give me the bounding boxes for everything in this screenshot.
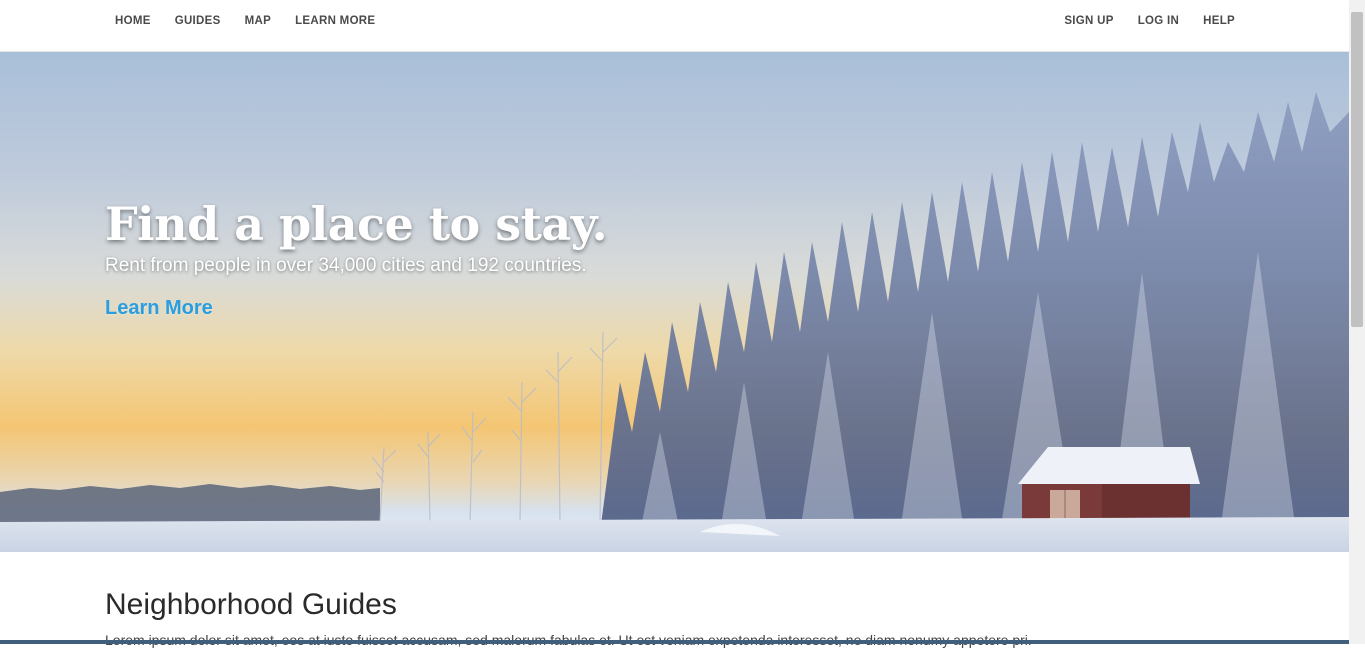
hero-learn-more-link[interactable]: Learn More	[105, 295, 213, 321]
nav-map-link[interactable]: MAP	[233, 15, 283, 27]
hero-banner: Find a place to stay. Rent from people i…	[0, 52, 1349, 552]
nav-left-group: HOME GUIDES MAP LEARN MORE	[103, 0, 387, 42]
hero-subtitle: Rent from people in over 34,000 cities a…	[105, 255, 587, 276]
hero-title: Find a place to stay.	[105, 197, 608, 251]
nav-right-group: SIGN UP LOG IN HELP	[1052, 0, 1247, 42]
section-title: Neighborhood Guides	[105, 588, 397, 621]
vertical-scrollbar[interactable]	[1349, 0, 1365, 644]
bottom-strip	[0, 640, 1349, 644]
nav-guides-link[interactable]: GUIDES	[163, 15, 233, 27]
nav-help-link[interactable]: HELP	[1191, 15, 1247, 27]
nav-sign-up-link[interactable]: SIGN UP	[1052, 15, 1125, 27]
nav-log-in-link[interactable]: LOG IN	[1126, 15, 1191, 27]
cabin-image	[1018, 447, 1200, 530]
scrollbar-thumb[interactable]	[1351, 12, 1363, 327]
top-navigation: HOME GUIDES MAP LEARN MORE SIGN UP LOG I…	[0, 0, 1349, 52]
nav-learn-more-link[interactable]: LEARN MORE	[283, 15, 387, 27]
nav-home-link[interactable]: HOME	[103, 15, 163, 27]
